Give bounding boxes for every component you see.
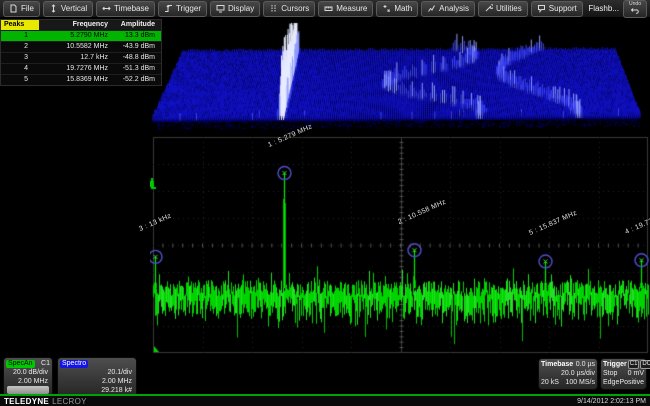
menu-display[interactable]: Display — [210, 1, 260, 17]
specan-span: 2.00 MHz — [6, 377, 50, 386]
menu-display-label: Display — [228, 2, 254, 16]
trigger-label: Trigger — [603, 360, 627, 369]
menu-cursors[interactable]: Cursors — [263, 1, 315, 17]
menu-cursors-label: Cursors — [281, 2, 309, 16]
table-row-4[interactable]: 4 19.7276 MHz -51.3 dBm — [1, 64, 161, 75]
status-bar: TELEDYNELECROY 9/14/2012 2:02:13 PM — [0, 394, 650, 406]
table-row-3[interactable]: 3 12.7 kHz -48.8 dBm — [1, 53, 161, 64]
table-row-2[interactable]: 2 10.5582 MHz -43.9 dBm — [1, 42, 161, 53]
vertical-icon — [49, 4, 58, 13]
table-row-5[interactable]: 5 15.8369 MHz -52.2 dBm — [1, 75, 161, 85]
menu-file[interactable]: File — [3, 1, 40, 17]
cursors-icon — [269, 4, 278, 13]
trigger-type: Edge — [603, 378, 619, 387]
specan-scale: 20.0 dB/div — [6, 368, 50, 377]
math-icon — [382, 4, 391, 13]
row4-freq: 19.7276 MHz — [39, 64, 115, 74]
specan-descriptor-box[interactable]: SpecAn C1 20.0 dB/div 2.00 MHz — [3, 357, 53, 397]
timebase-rate: 100 MS/s — [565, 378, 595, 387]
menu-trigger-label: Trigger — [176, 2, 201, 16]
spectrogram-descriptor-box[interactable]: Spectro 20.1/div 2.00 MHz 29.218 k# — [57, 357, 137, 397]
menu-math-label: Math — [394, 2, 412, 16]
timebase-samples: 20 kS — [541, 378, 559, 387]
row5-freq: 15.8369 MHz — [39, 75, 115, 85]
oscilloscope-screen: File Vertical Timebase Trigger Display C… — [0, 0, 650, 406]
undo-button[interactable]: Undo — [623, 0, 647, 18]
brand-teledyne: TELEDYNE — [4, 397, 49, 406]
menu-support[interactable]: Support — [531, 1, 583, 17]
trigger-source-badge: C1 — [628, 360, 640, 369]
flashback-status: Flashb... — [588, 4, 619, 13]
menu-measure[interactable]: Measure — [318, 1, 373, 17]
row2-freq: 10.5582 MHz — [39, 42, 115, 52]
row3-num: 3 — [1, 53, 39, 63]
menu-trigger[interactable]: Trigger — [158, 1, 207, 17]
measure-icon — [324, 4, 333, 13]
timebase-offset: 0.0 µs — [576, 360, 595, 369]
display-icon — [216, 4, 225, 13]
spectro-scale: 20.1/div — [60, 368, 134, 377]
header-peaks: Peaks — [1, 20, 39, 30]
menu-analysis[interactable]: Analysis — [421, 1, 475, 17]
spectrum-canvas — [150, 135, 650, 357]
row1-freq: 5.2790 MHz — [39, 31, 115, 41]
menu-file-label: File — [21, 2, 34, 16]
timebase-label: Timebase — [541, 360, 573, 369]
support-icon — [537, 4, 546, 13]
analysis-icon — [427, 4, 436, 13]
row2-num: 2 — [1, 42, 39, 52]
menu-vertical-label: Vertical — [61, 2, 87, 16]
specan-footer-strip — [7, 386, 49, 394]
timebase-box[interactable]: Timebase 0.0 µs 20.0 µs/div 20 kS 100 MS… — [538, 358, 598, 390]
trigger-mode: Stop — [603, 369, 617, 378]
brand: TELEDYNELECROY — [4, 397, 87, 406]
row3-freq: 12.7 kHz — [39, 53, 115, 63]
trigger-coupling-badge: DC — [640, 360, 650, 369]
menu-analysis-label: Analysis — [439, 2, 469, 16]
brand-lecroy: LECROY — [52, 397, 87, 406]
menu-measure-label: Measure — [336, 2, 367, 16]
timebase-icon — [102, 4, 111, 13]
trigger-level: 0 mV — [628, 369, 644, 378]
trigger-icon — [164, 4, 173, 13]
spectro-span: 2.00 MHz — [60, 377, 134, 386]
file-icon — [9, 4, 18, 13]
row1-num: 1 — [1, 31, 39, 41]
menu-utilities[interactable]: Utilities — [478, 1, 528, 17]
datetime: 9/14/2012 2:02:13 PM — [577, 398, 646, 405]
trigger-slope: Positive — [619, 378, 644, 387]
specan-source-channel: C1 — [41, 359, 50, 368]
menu-vertical[interactable]: Vertical — [43, 1, 93, 17]
trigger-box[interactable]: Trigger C1 DC Stop 0 mV Edge Positive — [600, 358, 647, 390]
menu-utilities-label: Utilities — [496, 2, 522, 16]
table-row-1[interactable]: 1 5.2790 MHz 13.3 dBm — [1, 31, 161, 42]
peaks-table: Peaks Frequency Amplitude 1 5.2790 MHz 1… — [0, 19, 162, 86]
peaks-table-header: Peaks Frequency Amplitude — [1, 20, 161, 31]
row5-num: 5 — [1, 75, 39, 85]
menu-right-group: Flashb... Undo — [588, 0, 647, 18]
spectrogram-3d-canvas — [150, 20, 650, 135]
utilities-icon — [484, 4, 493, 13]
menu-timebase-label: Timebase — [114, 2, 149, 16]
menu-bar: File Vertical Timebase Trigger Display C… — [0, 0, 650, 18]
menu-math[interactable]: Math — [376, 1, 418, 17]
menu-support-label: Support — [549, 2, 577, 16]
undo-icon — [630, 7, 640, 16]
specan-trace-label: SpecAn — [6, 360, 35, 368]
menu-timebase[interactable]: Timebase — [96, 1, 155, 17]
timebase-scale: 20.0 µs/div — [561, 369, 595, 378]
header-frequency: Frequency — [39, 20, 115, 30]
spectro-trace-label: Spectro — [60, 360, 88, 368]
row4-num: 4 — [1, 64, 39, 74]
